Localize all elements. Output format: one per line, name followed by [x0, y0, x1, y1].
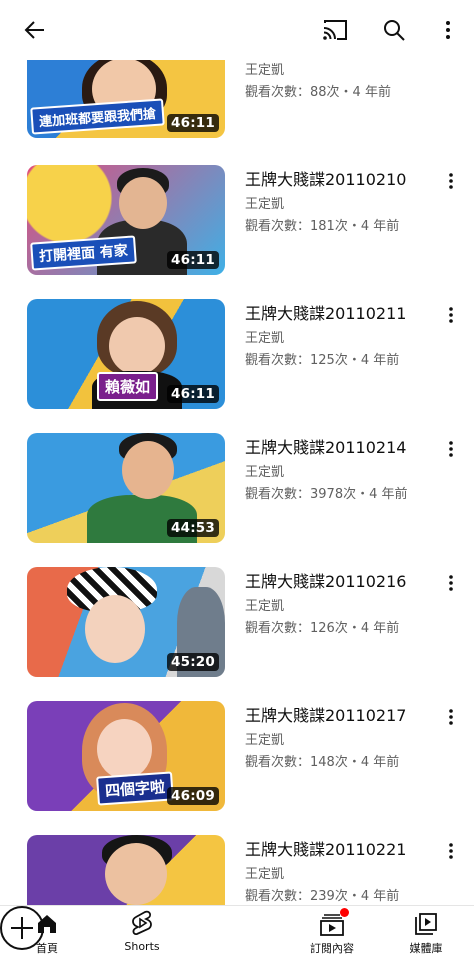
- arrow-left-icon[interactable]: [17, 12, 53, 48]
- nav-subscriptions[interactable]: 訂閱內容: [292, 906, 372, 961]
- video-channel: 王定凱: [245, 465, 285, 480]
- nav-shorts-label: Shorts: [124, 940, 160, 953]
- video-thumbnail[interactable]: 賴薇如 46:11: [27, 299, 225, 409]
- video-channel: 王定凱: [245, 63, 285, 78]
- video-meta: 觀看次數：88次・4 年前: [245, 85, 391, 100]
- video-title[interactable]: 王牌大賤諜20110214: [245, 438, 430, 458]
- search-icon[interactable]: [376, 12, 412, 48]
- video-channel: 王定凱: [245, 331, 285, 346]
- video-thumbnail[interactable]: 44:53: [27, 433, 225, 543]
- more-vert-icon[interactable]: [441, 437, 461, 461]
- more-vert-icon[interactable]: [441, 169, 461, 193]
- nav-library[interactable]: 媒體庫: [386, 906, 466, 961]
- nav-home[interactable]: 首頁: [7, 906, 87, 961]
- video-channel: 王定凱: [245, 197, 285, 212]
- cast-icon[interactable]: [317, 12, 353, 48]
- video-duration: 44:53: [167, 519, 219, 537]
- nav-home-label: 首頁: [36, 942, 58, 955]
- video-thumbnail[interactable]: 45:20: [27, 567, 225, 677]
- video-title[interactable]: 王牌大賤諜20110217: [245, 706, 430, 726]
- video-title[interactable]: 王牌大賤諜20110216: [245, 572, 430, 592]
- video-item-5[interactable]: 45:20 王牌大賤諜20110216 王定凱 觀看次數：126次・4 年前: [0, 567, 474, 701]
- thumbnail-caption: 賴薇如: [97, 372, 159, 401]
- more-vert-icon[interactable]: [441, 303, 461, 327]
- video-item-3[interactable]: 賴薇如 46:11 王牌大賤諜20110211 王定凱 觀看次數：125次・4 …: [0, 299, 474, 433]
- video-duration: 45:20: [167, 653, 219, 671]
- video-channel: 王定凱: [245, 599, 285, 614]
- video-title[interactable]: 王牌大賤諜20110221: [245, 840, 430, 860]
- video-title[interactable]: 王牌大賤諜20110210: [245, 170, 430, 190]
- video-duration: 46:11: [167, 385, 219, 403]
- video-channel: 王定凱: [245, 867, 285, 882]
- nav-library-label: 媒體庫: [409, 942, 443, 955]
- video-item-2[interactable]: 打開裡面 有家 46:11 王牌大賤諜20110210 王定凱 觀看次數：181…: [0, 165, 474, 299]
- video-item-6[interactable]: 四個字啦 46:09 王牌大賤諜20110217 王定凱 觀看次數：148次・4…: [0, 701, 474, 835]
- video-duration: 46:11: [167, 114, 219, 132]
- video-meta: 觀看次數：239次・4 年前: [245, 889, 400, 904]
- video-meta: 觀看次數：181次・4 年前: [245, 219, 400, 234]
- video-duration: 46:11: [167, 251, 219, 269]
- more-vert-icon[interactable]: [441, 839, 461, 863]
- thumbnail-caption: 四個字啦: [96, 771, 174, 806]
- video-meta: 觀看次數：125次・4 年前: [245, 353, 400, 368]
- library-icon: [414, 906, 438, 936]
- home-icon: [35, 906, 59, 936]
- more-vert-icon[interactable]: [430, 12, 466, 48]
- nav-subscriptions-label: 訂閱內容: [310, 942, 354, 955]
- notification-dot: [340, 908, 349, 917]
- video-meta: 觀看次數：126次・4 年前: [245, 621, 400, 636]
- video-duration: 46:09: [167, 787, 219, 805]
- more-vert-icon[interactable]: [441, 705, 461, 729]
- video-thumbnail[interactable]: 四個字啦 46:09: [27, 701, 225, 811]
- video-item-7[interactable]: 王牌大賤諜20110221 王定凱 觀看次數：239次・4 年前: [0, 835, 474, 905]
- subscriptions-icon: [319, 906, 349, 936]
- video-title[interactable]: 王牌大賤諜20110211: [245, 304, 430, 324]
- bottom-navigation: 首頁 Shorts 訂閱內容 媒體庫: [0, 905, 474, 961]
- video-thumbnail[interactable]: [27, 835, 225, 905]
- video-item-4[interactable]: 44:53 王牌大賤諜20110214 王定凱 觀看次數：3978次・4 年前: [0, 433, 474, 567]
- video-channel: 王定凱: [245, 733, 285, 748]
- video-thumbnail[interactable]: 打開裡面 有家 46:11: [27, 165, 225, 275]
- video-meta: 觀看次數：3978次・4 年前: [245, 487, 408, 502]
- video-list: 連加班都要跟我們搶 46:11 王定凱 觀看次數：88次・4 年前 打開裡面 有…: [0, 0, 474, 905]
- more-vert-icon[interactable]: [441, 571, 461, 595]
- nav-shorts[interactable]: Shorts: [102, 906, 182, 961]
- shorts-icon: [131, 906, 153, 936]
- top-app-bar: [0, 0, 474, 60]
- video-meta: 觀看次數：148次・4 年前: [245, 755, 400, 770]
